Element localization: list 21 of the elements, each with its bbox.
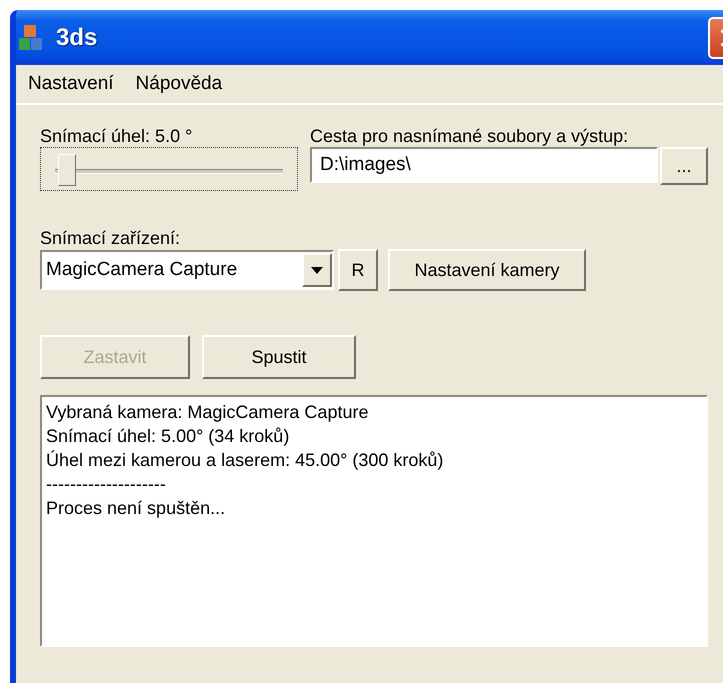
app-icon	[18, 22, 44, 52]
browse-button[interactable]: ...	[660, 147, 708, 185]
caret-icon	[311, 266, 323, 274]
log-line: Proces není spuštěn...	[46, 497, 226, 520]
refresh-button[interactable]: R	[338, 249, 378, 291]
device-dropdown[interactable]: MagicCamera Capture	[40, 250, 334, 290]
angle-slider[interactable]	[40, 147, 298, 191]
log-line: Úhel mezi kamerou a laserem: 45.00° (300 kroků)	[46, 449, 444, 472]
menu-item[interactable]: Nápověda	[136, 73, 222, 95]
log-line: Snímací úhel: 5.00° (34 kroků)	[46, 425, 290, 448]
path-label: Cesta pro nasnímané soubory a výstup:	[310, 125, 630, 147]
slider-thumb[interactable]	[58, 154, 76, 186]
window-title: 3ds	[56, 24, 98, 52]
angle-label: Snímací úhel: 5.0 °	[40, 125, 194, 147]
path-field[interactable]: D:\images\	[310, 147, 658, 183]
log-line: Vybraná kamera: MagicCamera Capture	[46, 401, 370, 424]
device-label: Snímací zařízení:	[40, 227, 182, 249]
camera-settings-button[interactable]: Nastavení kamery	[388, 249, 586, 291]
action-button[interactable]: Spustit	[202, 335, 356, 379]
log-line: --------------------	[46, 473, 167, 496]
menu-item[interactable]: Nastavení	[28, 73, 114, 95]
